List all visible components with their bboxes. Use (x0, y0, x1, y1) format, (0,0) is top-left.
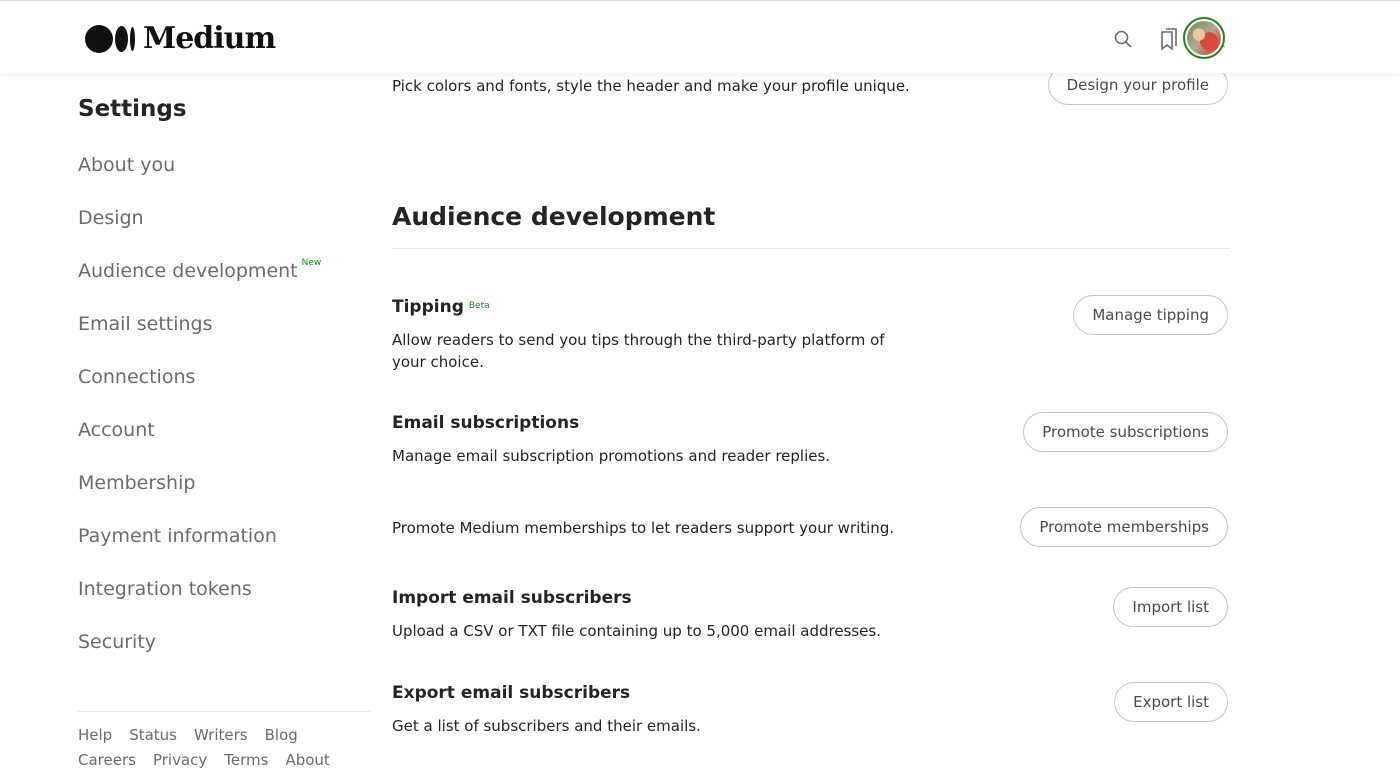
sidebar-item-label: About you (78, 154, 176, 176)
section-title-audience-development: Audience development (392, 202, 716, 231)
medium-logo[interactable]: Medium (85, 21, 276, 56)
sidebar-item-audience-development[interactable]: Audience development New (78, 258, 370, 314)
sidebar-item-label: Connections (78, 366, 196, 388)
promote-memberships-button[interactable]: Promote memberships (1020, 507, 1228, 547)
sidebar-item-about-you[interactable]: About you (78, 155, 370, 208)
footer-links: Help Status Writers Blog Careers Privacy… (78, 726, 370, 776)
sidebar-item-label: Account (78, 419, 155, 441)
footer-link-about[interactable]: About (285, 751, 329, 776)
settings-nav: About you Design Audience development New… (78, 155, 370, 685)
sidebar-item-integration-tokens[interactable]: Integration tokens (78, 579, 370, 632)
sidebar-item-label: Security (78, 631, 157, 653)
avatar-image (1187, 21, 1221, 55)
footer-link-terms[interactable]: Terms (224, 751, 268, 776)
sidebar-item-security[interactable]: Security (78, 632, 370, 685)
beta-badge: Beta (468, 301, 490, 311)
bookmarks-icon[interactable] (1158, 27, 1180, 51)
sidebar-item-connections[interactable]: Connections (78, 367, 370, 420)
sidebar-item-label: Email settings (78, 313, 213, 335)
new-badge: New (301, 258, 322, 268)
import-list-button[interactable]: Import list (1113, 587, 1228, 627)
export-subscribers-row: Export email subscribers Get a list of s… (392, 681, 1230, 741)
sidebar-item-label: Design (78, 207, 144, 229)
sidebar-item-account[interactable]: Account (78, 420, 370, 473)
settings-sidebar: Settings About you Design Audience devel… (78, 94, 370, 769)
tipping-row: Tipping Beta Allow readers to send you ti… (392, 294, 1230, 374)
section-divider (392, 248, 1230, 249)
memberships-description: Promote Medium memberships to let reader… (392, 519, 895, 537)
logo-text: Medium (143, 21, 276, 56)
export-list-button[interactable]: Export list (1114, 682, 1228, 722)
user-avatar[interactable] (1183, 17, 1225, 59)
email-subscriptions-row: Email subscriptions Manage email subscri… (392, 411, 1230, 471)
sidebar-item-email-settings[interactable]: Email settings (78, 314, 370, 367)
footer-link-status[interactable]: Status (129, 726, 177, 751)
export-subscribers-title: Export email subscribers (392, 683, 631, 703)
sidebar-item-design[interactable]: Design (78, 208, 370, 261)
import-subscribers-row: Import email subscribers Upload a CSV or… (392, 586, 1230, 646)
sidebar-item-label: Audience development (78, 260, 298, 282)
sidebar-item-membership[interactable]: Membership (78, 473, 370, 526)
sidebar-item-label: Payment information (78, 525, 277, 547)
top-navigation-bar: Medium (0, 0, 1400, 73)
medium-logo-mark-icon (85, 25, 135, 53)
export-subscribers-description: Get a list of subscribers and their emai… (392, 717, 701, 735)
design-profile-description: Pick colors and fonts, style the header … (392, 77, 910, 95)
footer-link-help[interactable]: Help (78, 726, 112, 751)
sidebar-item-label: Integration tokens (78, 578, 252, 600)
memberships-row: Promote Medium memberships to let reader… (392, 507, 1230, 549)
import-subscribers-title: Import email subscribers (392, 588, 632, 608)
footer-link-careers[interactable]: Careers (78, 751, 136, 776)
manage-tipping-button[interactable]: Manage tipping (1073, 295, 1228, 335)
tipping-title-text: Tipping (392, 297, 464, 317)
sidebar-divider (78, 711, 370, 712)
tipping-description: Allow readers to send you tips through t… (392, 331, 885, 371)
footer-link-writers[interactable]: Writers (194, 726, 248, 751)
sidebar-item-payment-information[interactable]: Payment information (78, 526, 370, 579)
footer-link-blog[interactable]: Blog (265, 726, 298, 751)
footer-link-privacy[interactable]: Privacy (153, 751, 207, 776)
import-subscribers-description: Upload a CSV or TXT file containing up t… (392, 622, 881, 640)
settings-title: Settings (78, 96, 187, 122)
search-icon[interactable] (1112, 27, 1134, 51)
promote-subscriptions-button[interactable]: Promote subscriptions (1023, 412, 1228, 452)
sidebar-item-label: Membership (78, 472, 196, 494)
